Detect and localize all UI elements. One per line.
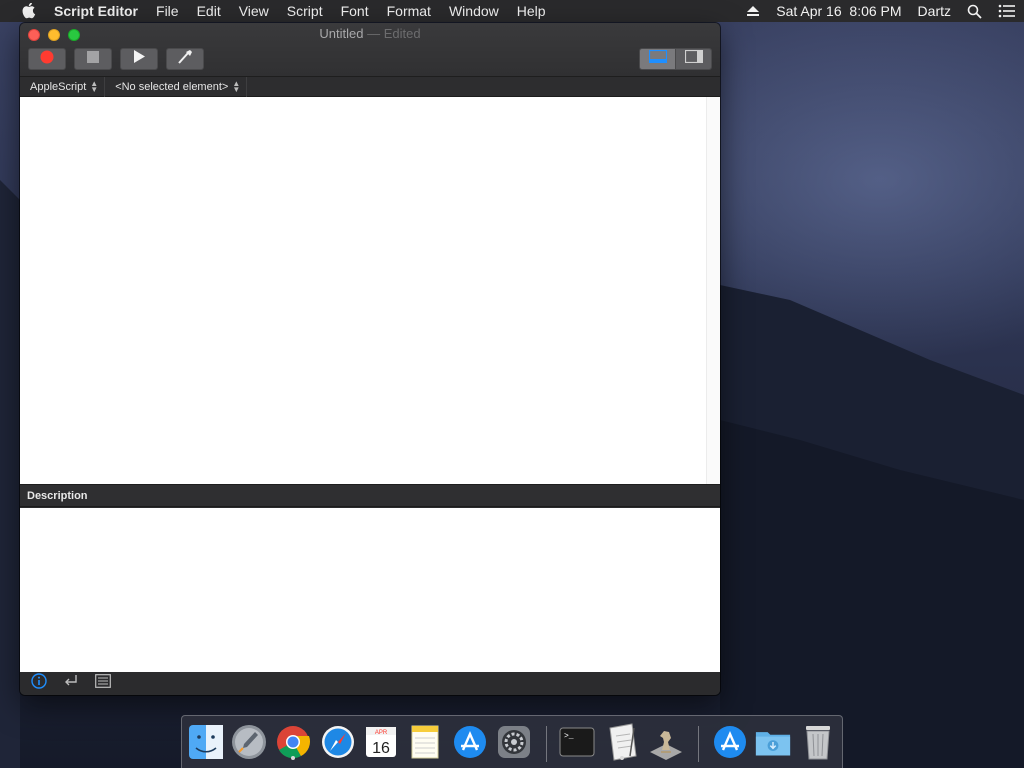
calendar-day: 16 xyxy=(372,740,390,757)
menu-bar: Script Editor File Edit View Script Font… xyxy=(0,0,1024,22)
script-editor-icon[interactable] xyxy=(604,722,640,762)
show-side-pane-button[interactable] xyxy=(676,49,711,69)
dock-separator xyxy=(698,726,699,762)
app-store-icon[interactable] xyxy=(452,722,488,762)
menu-font[interactable]: Font xyxy=(332,0,378,22)
menu-file[interactable]: File xyxy=(147,0,188,22)
launchpad-icon[interactable] xyxy=(231,722,267,762)
navigation-bar: AppleScript ▲ ▼ <No selected element> ▲ ▼ xyxy=(20,76,720,97)
show-bottom-pane-button[interactable] xyxy=(640,49,676,69)
eject-icon[interactable] xyxy=(746,5,760,17)
info-button[interactable] xyxy=(30,673,48,694)
stop-icon xyxy=(87,50,99,68)
dock-separator xyxy=(546,726,547,762)
info-icon xyxy=(31,673,47,694)
menu-view[interactable]: View xyxy=(230,0,278,22)
menu-script[interactable]: Script xyxy=(278,0,332,22)
menu-edit[interactable]: Edit xyxy=(188,0,230,22)
list-icon xyxy=(95,674,111,693)
running-indicator xyxy=(291,756,295,760)
record-button[interactable] xyxy=(28,48,66,70)
run-button[interactable] xyxy=(120,48,158,70)
log-button[interactable] xyxy=(94,674,112,693)
menubar-user[interactable]: Dartz xyxy=(918,3,951,19)
safari-icon[interactable] xyxy=(320,722,356,762)
chrome-icon[interactable] xyxy=(275,722,311,762)
spotlight-search-icon[interactable] xyxy=(967,4,982,19)
menu-window[interactable]: Window xyxy=(440,0,508,22)
edited-indicator: — Edited xyxy=(363,26,421,41)
popup-arrows-icon: ▲ ▼ xyxy=(90,78,99,94)
notes-icon[interactable] xyxy=(407,722,443,762)
play-icon xyxy=(133,50,145,68)
bottom-pane-icon xyxy=(648,49,667,68)
element-popup[interactable]: <No selected element> ▲ ▼ xyxy=(105,76,248,97)
language-popup[interactable]: AppleScript ▲ ▼ xyxy=(20,76,106,97)
return-arrow-icon xyxy=(63,674,79,693)
stop-button[interactable] xyxy=(74,48,112,70)
dock: APR 16 >_ xyxy=(181,715,843,768)
record-icon xyxy=(40,50,54,69)
notification-center-icon[interactable] xyxy=(998,4,1016,18)
chess-icon[interactable] xyxy=(648,722,684,762)
menubar-clock[interactable]: Sat Apr 16 8:06 PM xyxy=(776,3,901,19)
window-title: Untitled — Edited xyxy=(20,26,720,41)
downloads-folder-icon[interactable] xyxy=(755,722,791,762)
side-pane-icon xyxy=(684,49,703,68)
compile-button[interactable] xyxy=(166,48,204,70)
calendar-month: APR xyxy=(375,730,388,736)
finder-icon[interactable] xyxy=(188,722,224,762)
description-text-area[interactable] xyxy=(20,508,720,672)
system-preferences-icon[interactable] xyxy=(496,722,532,762)
menu-format[interactable]: Format xyxy=(378,0,440,22)
editor-scroll-gutter[interactable] xyxy=(706,97,720,484)
trash-icon[interactable] xyxy=(800,722,836,762)
menu-app-name[interactable]: Script Editor xyxy=(54,0,147,22)
window-titlebar[interactable]: Untitled — Edited xyxy=(20,23,720,77)
running-indicator xyxy=(620,756,624,760)
terminal-icon[interactable]: >_ xyxy=(559,722,595,762)
bottom-status-bar xyxy=(20,672,720,695)
script-text-editor[interactable] xyxy=(20,97,720,485)
app-store-downloads-icon[interactable] xyxy=(712,722,748,762)
apple-menu-icon[interactable] xyxy=(18,3,40,19)
hammer-icon xyxy=(177,49,193,70)
description-header: Description xyxy=(20,485,720,507)
element-label: <No selected element> xyxy=(115,80,229,93)
terminal-prompt: >_ xyxy=(564,732,574,741)
calendar-icon[interactable]: APR 16 xyxy=(363,722,399,762)
menu-help[interactable]: Help xyxy=(508,0,555,22)
view-toggle-segmented[interactable] xyxy=(639,48,712,70)
replies-button[interactable] xyxy=(62,675,80,693)
script-editor-window: Untitled — Edited AppleScript ▲ ▼ <No se… xyxy=(20,23,720,695)
document-name: Untitled xyxy=(319,26,364,41)
language-label: AppleScript xyxy=(30,80,87,93)
popup-arrows-icon: ▲ ▼ xyxy=(232,78,241,94)
